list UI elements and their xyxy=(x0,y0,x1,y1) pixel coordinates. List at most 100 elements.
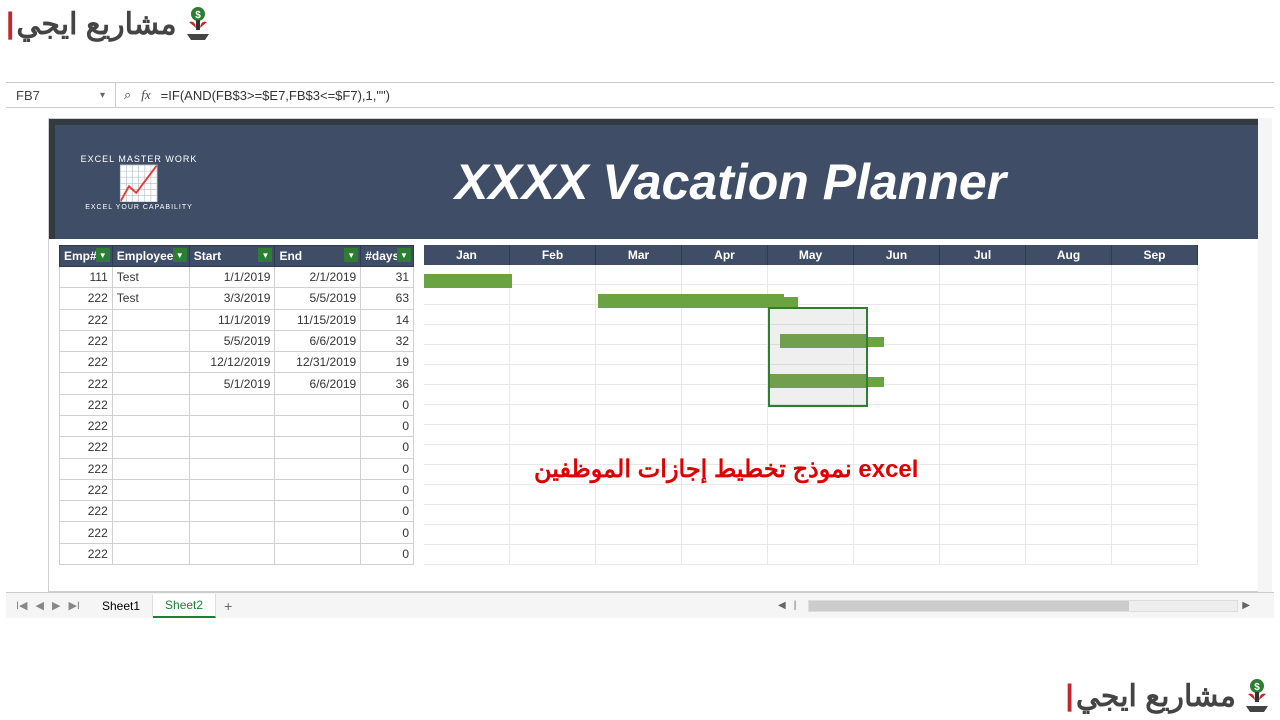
cell-days[interactable]: 0 xyxy=(361,437,414,458)
cell-name[interactable] xyxy=(112,309,189,330)
cell-days[interactable]: 0 xyxy=(361,501,414,522)
table-row[interactable]: 222Test3/3/20195/5/201963 xyxy=(60,288,414,309)
cell-emp[interactable]: 222 xyxy=(60,373,113,394)
cell-end[interactable] xyxy=(275,415,361,436)
col-days[interactable]: #days▼ xyxy=(361,246,414,267)
nav-last-icon[interactable]: ▶I xyxy=(66,597,82,614)
gantt-cell[interactable] xyxy=(424,485,510,505)
gantt-cell[interactable] xyxy=(1026,545,1112,565)
col-start[interactable]: Start▼ xyxy=(189,246,275,267)
gantt-cell[interactable] xyxy=(682,425,768,445)
gantt-cell[interactable] xyxy=(1026,345,1112,365)
gantt-cell[interactable] xyxy=(682,325,768,345)
gantt-cell[interactable] xyxy=(596,505,682,525)
cell-days[interactable]: 0 xyxy=(361,415,414,436)
gantt-cell[interactable] xyxy=(1026,405,1112,425)
gantt-cell[interactable] xyxy=(940,505,1026,525)
gantt-cell[interactable] xyxy=(682,385,768,405)
cell-emp[interactable]: 222 xyxy=(60,458,113,479)
cell-end[interactable]: 6/6/2019 xyxy=(275,330,361,351)
cell-name[interactable] xyxy=(112,458,189,479)
gantt-cell[interactable] xyxy=(682,305,768,325)
gantt-cell[interactable] xyxy=(682,345,768,365)
filter-icon[interactable]: ▼ xyxy=(397,248,411,262)
gantt-cell[interactable] xyxy=(1026,525,1112,545)
cell-start[interactable] xyxy=(189,458,275,479)
gantt-cell[interactable] xyxy=(940,445,1026,465)
gantt-cell[interactable] xyxy=(424,505,510,525)
gantt-cell[interactable] xyxy=(1112,485,1198,505)
gantt-cell[interactable] xyxy=(854,525,940,545)
table-row[interactable]: 222 0 xyxy=(60,479,414,500)
gantt-cell[interactable] xyxy=(768,405,854,425)
gantt-cell[interactable] xyxy=(424,365,510,385)
gantt-cell[interactable] xyxy=(510,325,596,345)
cell-end[interactable]: 6/6/2019 xyxy=(275,373,361,394)
gantt-cell[interactable] xyxy=(854,405,940,425)
gantt-cell[interactable] xyxy=(1112,505,1198,525)
cell-end[interactable]: 12/31/2019 xyxy=(275,352,361,373)
cell-end[interactable] xyxy=(275,501,361,522)
gantt-cell[interactable] xyxy=(1112,325,1198,345)
gantt-cell[interactable] xyxy=(424,325,510,345)
gantt-cell[interactable] xyxy=(596,405,682,425)
cell-days[interactable]: 19 xyxy=(361,352,414,373)
gantt-row[interactable] xyxy=(424,405,1271,425)
gantt-row[interactable] xyxy=(424,285,1271,305)
cell-emp[interactable]: 222 xyxy=(60,288,113,309)
col-emp[interactable]: Emp#▼ xyxy=(60,246,113,267)
gantt-row[interactable] xyxy=(424,485,1271,505)
table-row[interactable]: 2220 xyxy=(60,394,414,415)
nav-next-icon[interactable]: ▶ xyxy=(50,597,62,614)
gantt-cell[interactable] xyxy=(1026,285,1112,305)
cell-days[interactable]: 0 xyxy=(361,543,414,564)
cell-name[interactable] xyxy=(112,394,189,415)
gantt-cell[interactable] xyxy=(424,345,510,365)
col-end[interactable]: End▼ xyxy=(275,246,361,267)
cell-emp[interactable]: 222 xyxy=(60,479,113,500)
gantt-cell[interactable] xyxy=(1112,545,1198,565)
gantt-cell[interactable] xyxy=(940,325,1026,345)
gantt-cell[interactable] xyxy=(424,525,510,545)
cell-days[interactable]: 0 xyxy=(361,458,414,479)
hscroll-right-icon[interactable]: ▶ xyxy=(1238,600,1254,611)
cell-days[interactable]: 32 xyxy=(361,330,414,351)
cell-days[interactable]: 0 xyxy=(361,394,414,415)
cell-days[interactable]: 0 xyxy=(361,479,414,500)
gantt-cell[interactable] xyxy=(596,325,682,345)
cell-name[interactable]: Test xyxy=(112,288,189,309)
filter-icon[interactable]: ▼ xyxy=(173,248,187,262)
cellref-dropdown-icon[interactable]: ▾ xyxy=(100,90,105,101)
gantt-cell[interactable] xyxy=(682,485,768,505)
cell-name[interactable]: Test xyxy=(112,267,189,288)
formula-input[interactable]: =IF(AND(FB$3>=$E7,FB$3<=$F7),1,"") xyxy=(161,88,390,103)
cell-start[interactable]: 3/3/2019 xyxy=(189,288,275,309)
gantt-cell[interactable] xyxy=(1112,445,1198,465)
cell-days[interactable]: 0 xyxy=(361,522,414,543)
cell-end[interactable]: 5/5/2019 xyxy=(275,288,361,309)
table-row[interactable]: 222 0 xyxy=(60,458,414,479)
gantt-cell[interactable] xyxy=(424,385,510,405)
table-row[interactable]: 2225/1/20196/6/201936 xyxy=(60,373,414,394)
gantt-cell[interactable] xyxy=(1112,385,1198,405)
gantt-cell[interactable] xyxy=(940,485,1026,505)
gantt-cell[interactable] xyxy=(940,345,1026,365)
gantt-cell[interactable] xyxy=(596,365,682,385)
gantt-cell[interactable] xyxy=(1026,385,1112,405)
gantt-cell[interactable] xyxy=(510,345,596,365)
table-row[interactable]: 2225/5/20196/6/201932 xyxy=(60,330,414,351)
table-row[interactable]: 111Test1/1/20192/1/201931 xyxy=(60,267,414,288)
gantt-cell[interactable] xyxy=(854,505,940,525)
gantt-cell[interactable] xyxy=(1026,325,1112,345)
gantt-cell[interactable] xyxy=(510,285,596,305)
cell-emp[interactable]: 222 xyxy=(60,415,113,436)
gantt-cell[interactable] xyxy=(940,365,1026,385)
gantt-cell[interactable] xyxy=(510,385,596,405)
cell-reference-box[interactable]: FB7 ▾ xyxy=(6,83,116,107)
gantt-cell[interactable] xyxy=(854,485,940,505)
gantt-cell[interactable] xyxy=(510,525,596,545)
gantt-cell[interactable] xyxy=(596,305,682,325)
gantt-cell[interactable] xyxy=(940,465,1026,485)
tab-sheet2[interactable]: Sheet2 xyxy=(153,594,216,618)
gantt-row[interactable] xyxy=(424,545,1271,565)
